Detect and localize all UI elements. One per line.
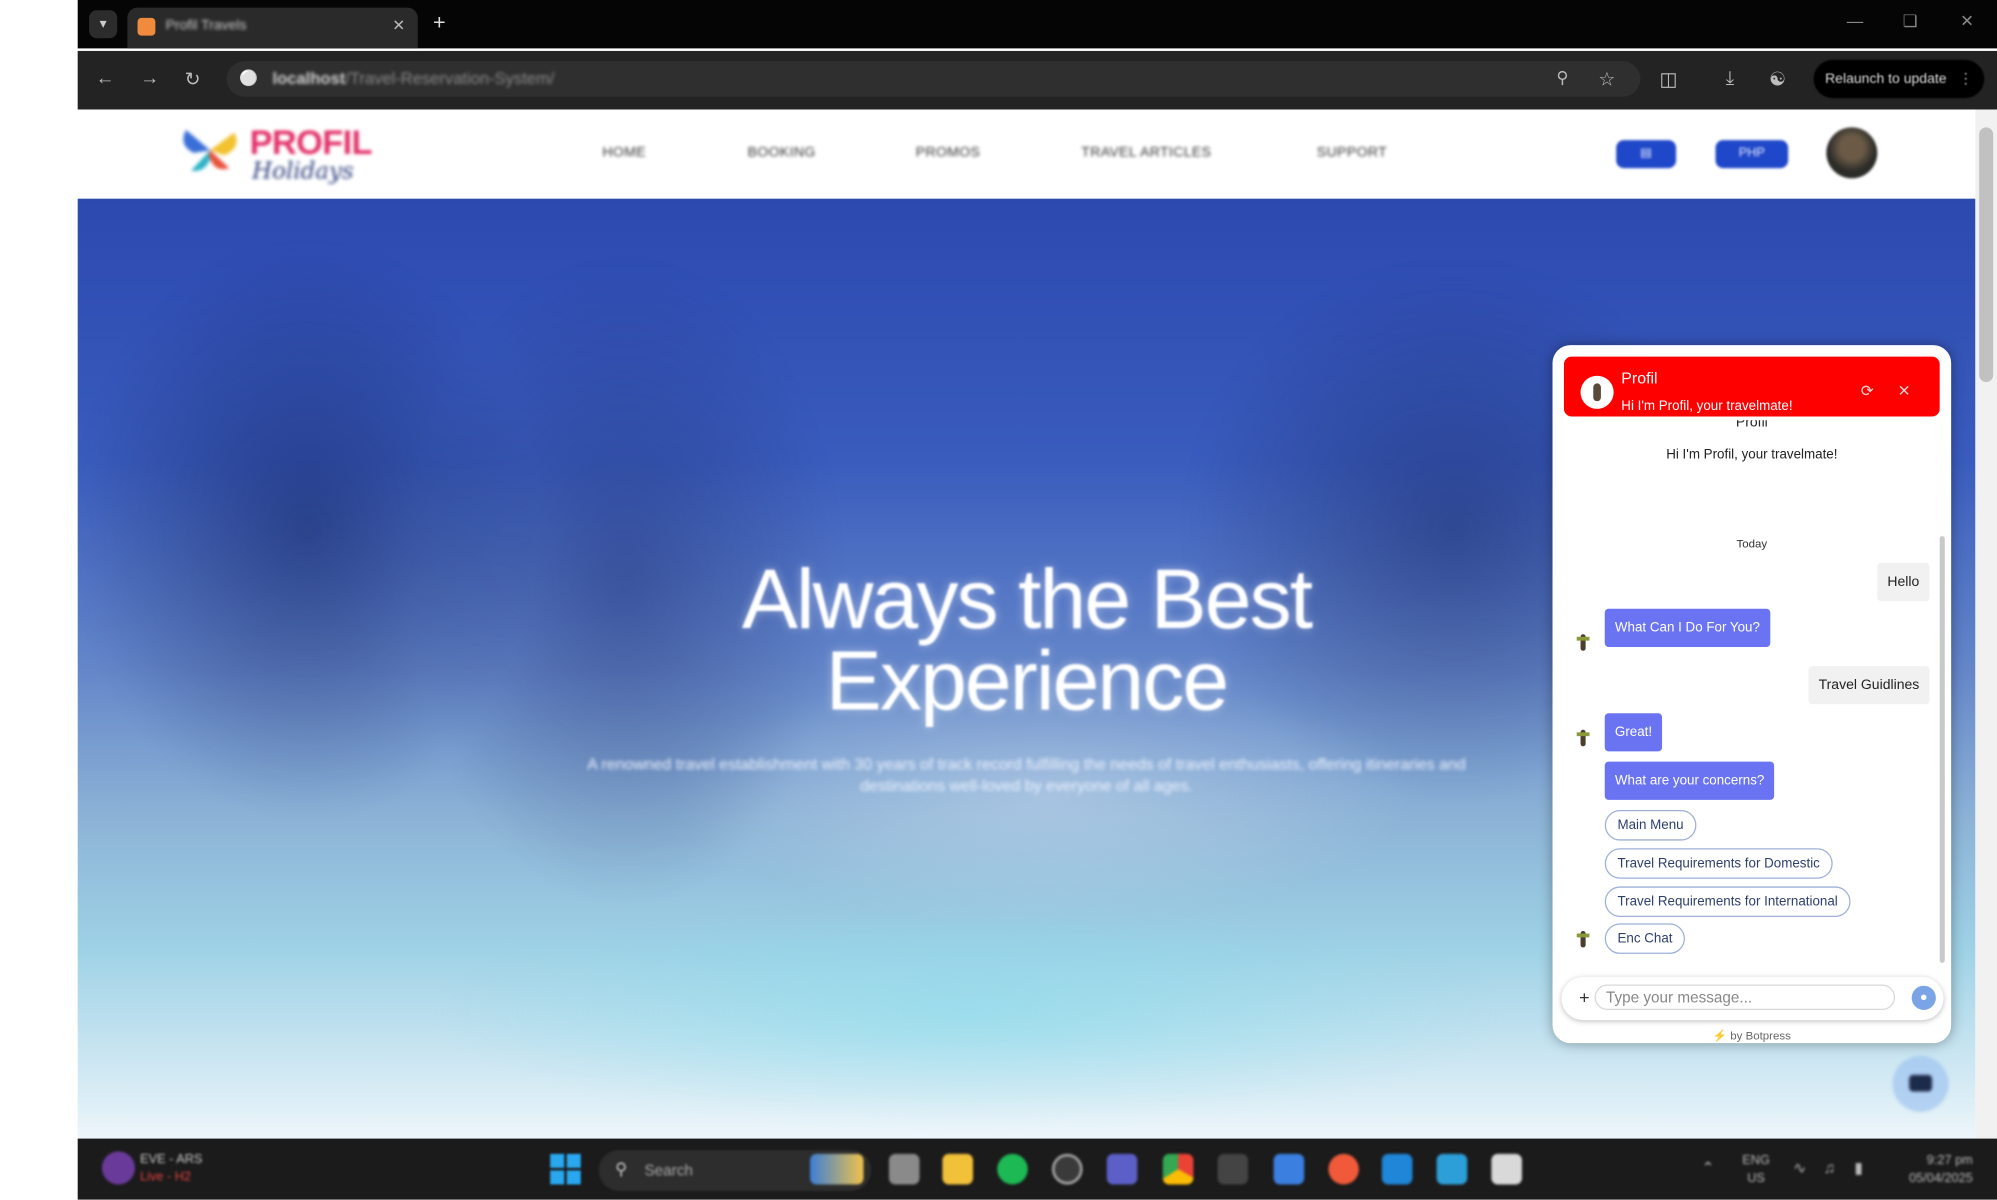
mic-icon[interactable]: ● <box>1911 985 1936 1010</box>
url-host: localhost <box>272 68 346 88</box>
clock[interactable]: 9:27 pm 05/04/2025 <box>1894 1153 1973 1189</box>
close-chat-icon[interactable]: ✕ <box>1898 382 1911 400</box>
app-icon[interactable] <box>1217 1153 1249 1185</box>
star-icon[interactable]: ☆ <box>1598 68 1615 91</box>
task-view-icon[interactable] <box>888 1153 920 1185</box>
window-close-icon[interactable]: ✕ <box>1960 11 1974 31</box>
bot-message: What are your concerns? <box>1604 761 1775 800</box>
volume-icon[interactable]: ♫ <box>1824 1159 1835 1177</box>
logo-butterfly-icon[interactable] <box>176 122 245 178</box>
zoom-icon[interactable]: ⚲ <box>1556 68 1568 88</box>
url-path: /Travel-Reservation-System/ <box>345 68 555 88</box>
region-code: US <box>1747 1171 1765 1186</box>
bot-avatar <box>1580 375 1614 409</box>
extensions-icon[interactable]: ◫ <box>1660 68 1678 91</box>
search-highlight-icon[interactable] <box>810 1153 864 1185</box>
spotify-icon[interactable] <box>997 1153 1028 1185</box>
close-tab-icon[interactable]: ✕ <box>392 17 405 35</box>
nav-promos[interactable]: PROMOS <box>916 145 981 160</box>
wifi-icon[interactable]: ∿ <box>1793 1159 1806 1177</box>
refresh-icon[interactable]: ⟳ <box>1861 382 1874 400</box>
currency-button[interactable]: PHP <box>1715 140 1789 169</box>
favicon-icon <box>137 17 156 36</box>
chat-fab-icon[interactable] <box>1892 1055 1949 1112</box>
chat-day-divider: Today <box>1736 537 1768 551</box>
chat-widget: Profil Hi I'm Profil, your travelmate! ⟳… <box>1552 345 1952 1044</box>
plus-icon[interactable]: + <box>1573 986 1596 1009</box>
chat-message-input[interactable] <box>1594 984 1896 1010</box>
relaunch-button[interactable]: Relaunch to update ⋮ <box>1813 59 1985 99</box>
chat-bot-tagline: Hi I'm Profil, your travelmate! <box>1621 398 1793 414</box>
bolt-icon: ⚡ <box>1712 1029 1728 1042</box>
tab-title: Profil Travels <box>165 17 247 34</box>
language-indicator[interactable]: ENG US <box>1742 1153 1770 1189</box>
clock-time: 9:27 pm <box>1926 1153 1973 1168</box>
quick-reply-domestic[interactable]: Travel Requirements for Domestic <box>1604 848 1833 879</box>
media-player-icon[interactable] <box>1051 1153 1083 1185</box>
forward-icon[interactable]: → <box>140 68 159 90</box>
teams-icon[interactable] <box>1106 1153 1138 1185</box>
chat-bot-name: Profil <box>1621 369 1658 388</box>
new-tab-plus-icon[interactable]: + <box>433 10 446 35</box>
bot-mini-avatar <box>1576 930 1590 949</box>
game-widget-title: EVE - ARS <box>140 1152 203 1167</box>
chat-intro-tagline: Hi I'm Profil, your travelmate! <box>1666 447 1838 463</box>
app-icon[interactable] <box>1273 1153 1305 1185</box>
bot-message: What Can I Do For You? <box>1604 608 1771 647</box>
windows-start-icon[interactable] <box>550 1153 581 1185</box>
user-message: Travel Guidlines <box>1808 666 1930 705</box>
quick-reply-international[interactable]: Travel Requirements for International <box>1604 886 1851 917</box>
game-widget[interactable]: EVE - ARS Live - H2 <box>140 1151 202 1187</box>
clock-date: 05/04/2025 <box>1909 1171 1973 1186</box>
quick-reply-end-chat[interactable]: Enc Chat <box>1604 923 1686 954</box>
minimize-icon[interactable]: — <box>1847 11 1864 30</box>
site-info-icon[interactable]: ⚪ <box>239 69 258 87</box>
user-avatar[interactable] <box>1826 127 1878 179</box>
app-icon[interactable] <box>1491 1153 1522 1185</box>
hero-subtitle: A renowned travel establishment with 30 … <box>587 755 1466 795</box>
search-icon: ⚲ <box>615 1158 628 1179</box>
chat-scrollbar[interactable] <box>1939 536 1945 963</box>
quick-reply-main-menu[interactable]: Main Menu <box>1604 810 1697 841</box>
taskbar-search-label: Search <box>644 1161 693 1180</box>
restore-icon[interactable]: ❏ <box>1903 11 1918 31</box>
download-icon[interactable]: ⤓ <box>1726 68 1734 90</box>
more-icon[interactable]: ⋮ <box>1959 60 1973 98</box>
nav-travel-articles[interactable]: TRAVEL ARTICLES <box>1081 145 1211 160</box>
relaunch-label: Relaunch to update <box>1825 71 1947 87</box>
nav-booking[interactable]: BOOKING <box>748 145 816 160</box>
nav-support[interactable]: SUPPORT <box>1317 145 1387 160</box>
nav-home[interactable]: HOME <box>602 145 646 160</box>
bot-mini-avatar <box>1576 633 1590 652</box>
battery-icon[interactable]: ▮ <box>1854 1159 1862 1177</box>
game-widget-status: Live - H2 <box>140 1170 192 1185</box>
user-message: Hello <box>1877 562 1930 602</box>
vscode-icon[interactable] <box>1381 1153 1413 1185</box>
address-url[interactable]: localhost/Travel-Reservation-System/ <box>273 69 555 88</box>
powered-by[interactable]: ⚡ by Botpress <box>1553 1029 1952 1043</box>
browser-tab[interactable]: Profil Travels ✕ <box>127 7 418 49</box>
reload-icon[interactable]: ↻ <box>185 68 201 91</box>
tab-menu-icon[interactable]: ▾ <box>89 10 118 39</box>
back-icon[interactable]: ← <box>96 68 115 90</box>
language-button[interactable]: ▤ <box>1616 140 1677 169</box>
bot-message: Great! <box>1604 713 1663 752</box>
file-explorer-icon[interactable] <box>942 1153 974 1185</box>
chat-intro-name: Profil <box>1735 420 1768 431</box>
bot-mini-avatar <box>1576 728 1590 747</box>
app-icon[interactable] <box>1328 1153 1359 1185</box>
game-widget-icon[interactable] <box>101 1151 136 1185</box>
language-code: ENG <box>1742 1153 1770 1168</box>
chrome-icon[interactable] <box>1162 1153 1194 1185</box>
chat-composer: + ● <box>1561 976 1944 1021</box>
page-scroll-thumb[interactable] <box>1979 127 1994 383</box>
logo-subtext: Holidays <box>252 157 354 185</box>
profile-icon[interactable]: ☯ <box>1769 68 1786 91</box>
powered-by-label: by Botpress <box>1730 1029 1791 1042</box>
notepad-icon[interactable] <box>1436 1153 1468 1185</box>
tray-chevron-icon[interactable]: ⌃ <box>1702 1159 1715 1177</box>
flag-icon: ▤ <box>1640 146 1653 161</box>
